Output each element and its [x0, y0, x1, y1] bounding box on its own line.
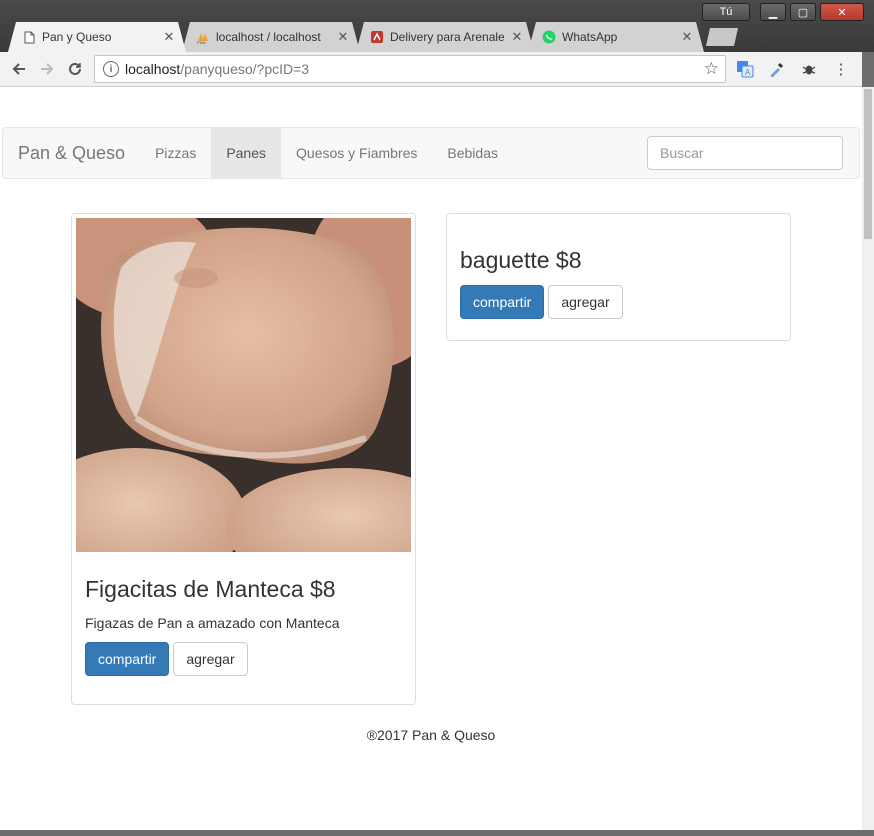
brand-link[interactable]: Pan & Queso [3, 128, 140, 178]
reload-icon[interactable] [62, 56, 88, 82]
svg-text:A: A [745, 68, 751, 77]
page-viewport: Pan & Queso Pizzas Panes Quesos y Fiambr… [0, 87, 862, 830]
maximize-button[interactable]: ▢ [790, 3, 816, 21]
tab-label: WhatsApp [562, 30, 618, 44]
profile-label: Tú [719, 6, 733, 18]
title-bar: Pan y Queso ✕ PMA localhost / localhost … [0, 0, 874, 52]
add-button[interactable]: agregar [173, 642, 248, 676]
tab-whatsapp[interactable]: WhatsApp ✕ [528, 22, 704, 52]
info-icon[interactable]: i [103, 61, 119, 77]
bug-icon[interactable] [797, 52, 821, 86]
product-card: Figacitas de Manteca $8 Figazas de Pan a… [71, 213, 416, 705]
nav-pizzas[interactable]: Pizzas [140, 128, 211, 178]
menu-dots-icon[interactable]: ⋮ [829, 52, 853, 86]
close-icon[interactable]: ✕ [680, 29, 694, 45]
profile-button[interactable]: Tú [702, 3, 750, 21]
svg-text:PMA: PMA [197, 40, 206, 44]
phpmyadmin-icon: PMA [196, 30, 210, 44]
tab-pan-y-queso[interactable]: Pan y Queso ✕ [8, 22, 186, 52]
close-icon[interactable]: ✕ [336, 29, 350, 45]
close-icon[interactable]: ✕ [510, 29, 524, 45]
new-tab-button[interactable] [706, 28, 738, 46]
scrollbar-thumb[interactable] [864, 89, 872, 239]
minimize-button[interactable]: ▁ [760, 3, 786, 21]
share-button[interactable]: compartir [85, 642, 170, 676]
product-description: Figazas de Pan a amazado con Manteca [85, 615, 340, 631]
close-window-button[interactable]: ✕ [820, 3, 864, 21]
window-controls: Tú ▁ ▢ ✕ [702, 3, 864, 21]
whatsapp-icon [542, 30, 556, 44]
tab-label: Pan y Queso [42, 30, 112, 44]
url-path: /panyqueso/?pcID=3 [180, 61, 310, 77]
site-navbar: Pan & Queso Pizzas Panes Quesos y Fiambr… [2, 127, 860, 179]
tab-label: localhost / localhost [216, 30, 321, 44]
nav-bebidas[interactable]: Bebidas [432, 128, 513, 178]
share-button[interactable]: compartir [460, 285, 545, 319]
tab-localhost[interactable]: PMA localhost / localhost ✕ [182, 22, 360, 52]
address-bar[interactable]: i localhost/panyqueso/?pcID=3 ☆ [94, 55, 726, 83]
product-photo [76, 218, 411, 552]
delivery-icon [370, 30, 384, 44]
nav-quesos-y-fiambres[interactable]: Quesos y Fiambres [281, 128, 432, 178]
footer-copyright: ®2017 Pan & Queso [366, 727, 496, 743]
browser-window: Pan y Queso ✕ PMA localhost / localhost … [0, 0, 874, 836]
tab-delivery[interactable]: Delivery para Arenales ✕ [356, 22, 534, 52]
product-title: baguette $8 [460, 247, 582, 273]
product-title: Figacitas de Manteca $8 [85, 576, 336, 602]
forward-arrow-icon[interactable] [34, 56, 60, 82]
back-arrow-icon[interactable] [6, 56, 32, 82]
close-icon[interactable]: ✕ [162, 29, 176, 45]
add-button[interactable]: agregar [548, 285, 623, 319]
tab-label: Delivery para Arenales [390, 30, 504, 44]
product-card: baguette $8 compartir agregar [446, 213, 791, 341]
url-host: localhost [125, 61, 181, 77]
eyedropper-icon[interactable] [765, 52, 789, 86]
translate-icon[interactable]: A [733, 52, 757, 86]
nav-panes[interactable]: Panes [211, 128, 282, 178]
bookmark-star-icon[interactable]: ☆ [704, 59, 719, 79]
browser-toolbar: i localhost/panyqueso/?pcID=3 ☆ A ⋮ [0, 52, 862, 87]
scrollbar[interactable] [862, 87, 874, 830]
document-icon [22, 30, 36, 44]
search-input[interactable] [647, 136, 843, 170]
